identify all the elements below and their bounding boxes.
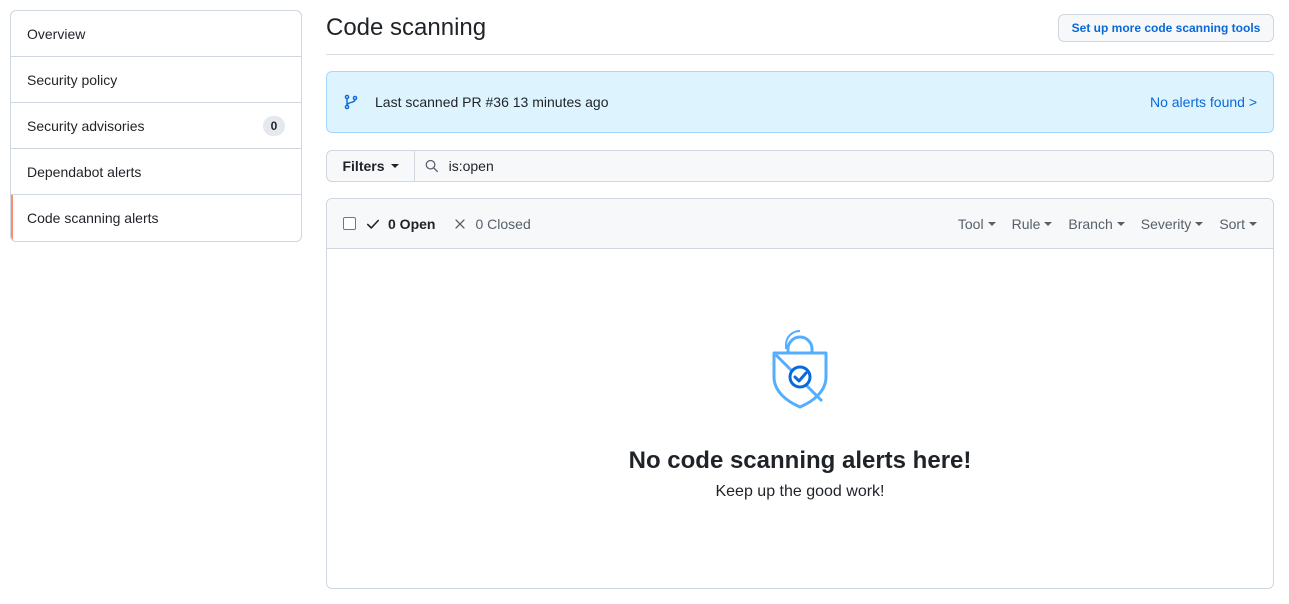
sidebar-item-code-scanning-alerts[interactable]: Code scanning alerts xyxy=(11,195,301,241)
check-icon xyxy=(366,219,380,229)
closed-alerts-tab[interactable]: 0 Closed xyxy=(453,215,531,232)
search-field[interactable] xyxy=(415,150,1274,182)
security-sidebar: Overview Security policy Security adviso… xyxy=(10,10,302,242)
severity-filter-label: Severity xyxy=(1140,215,1192,232)
select-all-checkbox[interactable] xyxy=(343,217,356,230)
sort-dropdown[interactable]: Sort xyxy=(1219,216,1257,232)
sidebar-item-security-advisories[interactable]: Security advisories 0 xyxy=(11,103,301,149)
sidebar-item-label: Security advisories xyxy=(27,117,145,134)
empty-state-subtitle: Keep up the good work! xyxy=(715,483,885,500)
sidebar-item-label: Security policy xyxy=(27,71,118,88)
title-divider xyxy=(326,54,1274,55)
open-alerts-tab[interactable]: 0 Open xyxy=(366,216,435,232)
page-title: Code scanning xyxy=(326,14,487,41)
sidebar-item-label: Code scanning alerts xyxy=(27,210,159,226)
last-scanned-text: Last scanned PR #36 13 minutes ago xyxy=(375,94,609,110)
caret-down-icon xyxy=(987,221,996,226)
header-filter-menus: Tool Rule Branch Severity Sort xyxy=(958,216,1257,232)
caret-down-icon xyxy=(390,164,399,168)
setup-code-scanning-button[interactable]: Set up more code scanning tools xyxy=(1058,14,1274,42)
filters-label: Filters xyxy=(342,158,385,174)
search-icon xyxy=(425,159,438,173)
rule-filter-label: Rule xyxy=(1011,215,1041,232)
closed-alerts-label: 0 Closed xyxy=(475,215,531,232)
alerts-results-box: 0 Open 0 Closed Tool Rule Branch Severit… xyxy=(326,198,1274,589)
x-icon xyxy=(455,218,466,229)
rule-filter-dropdown[interactable]: Rule xyxy=(1012,216,1053,232)
filters-dropdown-button[interactable]: Filters xyxy=(326,150,415,182)
caret-down-icon xyxy=(1116,221,1125,226)
results-header: 0 Open 0 Closed Tool Rule Branch Severit… xyxy=(327,199,1273,249)
tool-filter-label: Tool xyxy=(957,215,984,232)
empty-state-title: No code scanning alerts here! xyxy=(628,447,972,474)
caret-down-icon xyxy=(1249,221,1257,226)
tool-filter-dropdown[interactable]: Tool xyxy=(958,216,996,232)
search-input[interactable] xyxy=(448,158,1273,174)
git-branch-icon xyxy=(344,94,358,110)
sidebar-item-label: Dependabot alerts xyxy=(27,163,142,180)
sidebar-item-dependabot-alerts[interactable]: Dependabot alerts xyxy=(11,149,301,195)
filter-bar: Filters xyxy=(326,150,1274,182)
severity-filter-dropdown[interactable]: Severity xyxy=(1141,216,1204,232)
branch-filter-label: Branch xyxy=(1068,215,1113,232)
open-alerts-label: 0 Open xyxy=(388,215,436,232)
sidebar-item-label: Overview xyxy=(27,25,86,42)
shield-check-icon xyxy=(772,330,828,409)
sort-label: Sort xyxy=(1219,215,1245,232)
advisories-count-badge: 0 xyxy=(263,115,285,136)
sidebar-item-overview[interactable]: Overview xyxy=(11,11,301,57)
caret-down-icon xyxy=(1195,221,1204,226)
branch-filter-dropdown[interactable]: Branch xyxy=(1068,215,1125,232)
empty-state: No code scanning alerts here! Keep up th… xyxy=(327,249,1273,588)
no-alerts-found-link[interactable]: No alerts found > xyxy=(1150,94,1257,110)
sidebar-item-security-policy[interactable]: Security policy xyxy=(11,57,301,103)
caret-down-icon xyxy=(1044,221,1053,226)
last-scanned-banner: Last scanned PR #36 13 minutes ago No al… xyxy=(326,71,1274,133)
